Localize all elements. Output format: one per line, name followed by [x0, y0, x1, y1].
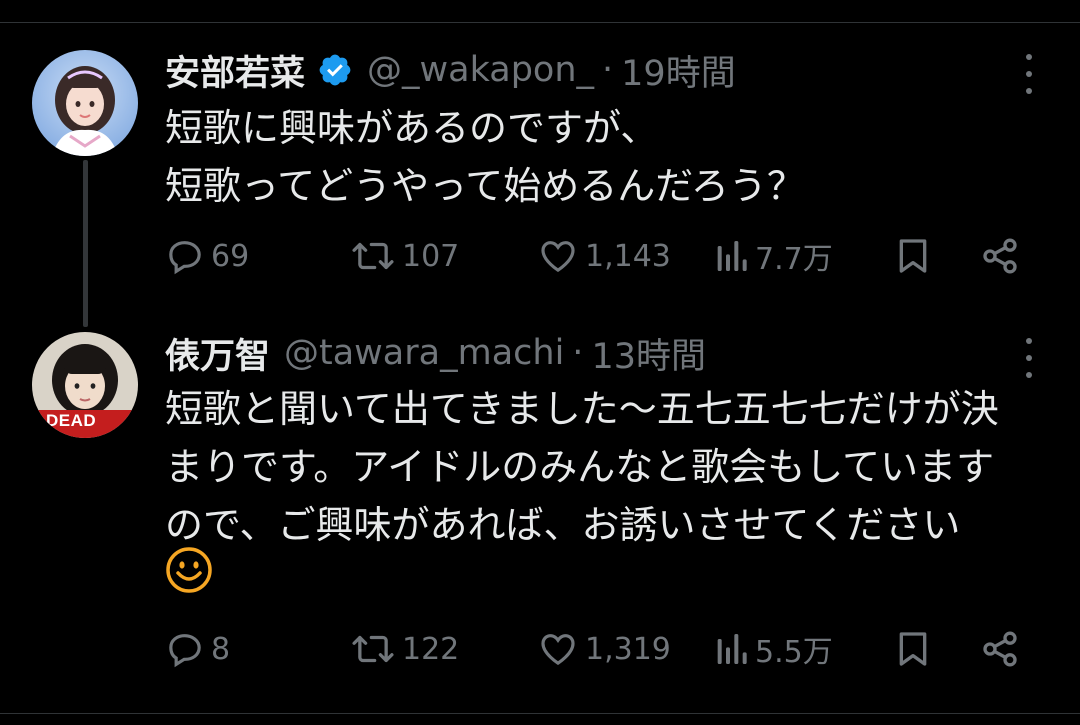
tweet-text: 短歌に興味があるのですが、 短歌ってどうやって始めるんだろう？: [165, 106, 805, 208]
avatar-wakana[interactable]: [32, 50, 138, 156]
smile-emoji-icon: ☺: [165, 546, 213, 594]
display-name[interactable]: 安部若菜: [165, 45, 305, 96]
share-button[interactable]: [979, 624, 1021, 674]
bookmark-icon: [899, 632, 927, 666]
reply-count: 8: [211, 631, 231, 667]
view-count: 7.7万: [755, 242, 833, 277]
share-icon: [983, 631, 1017, 667]
user-handle[interactable]: @tawara_machi: [284, 333, 564, 373]
tweet-text: 短歌と聞いて出てきました〜五七五七七だけが決 まりです。アイドルのみんなと歌会も…: [165, 387, 999, 547]
tweet-2[interactable]: DEAD 俵万智 @tawara_machi · 13時間 短歌と聞いて出てきま…: [0, 320, 1080, 713]
like-count: 1,319: [585, 631, 671, 667]
views-icon: [717, 634, 747, 664]
reply-button[interactable]: 8: [165, 624, 230, 674]
like-count: 1,143: [585, 238, 671, 274]
retweet-count: 107: [402, 238, 460, 274]
user-handle[interactable]: @_wakapon_: [367, 50, 594, 90]
retweet-icon: [352, 635, 394, 663]
bookmark-button[interactable]: [893, 231, 933, 281]
views-icon: [717, 241, 747, 271]
retweet-count: 122: [402, 631, 460, 667]
reply-icon: [169, 241, 201, 275]
tweet-header: 俵万智 @tawara_machi · 13時間: [165, 328, 706, 378]
view-count: 5.5万: [755, 635, 833, 670]
tweet-header: 安部若菜 @_wakapon_ · 19時間: [165, 45, 736, 95]
views-button[interactable]: 5.5万: [713, 624, 833, 674]
timestamp[interactable]: 13時間: [591, 328, 706, 379]
tweet-actions: 8 122 1,319 5.5万: [165, 624, 1035, 674]
like-button[interactable]: 1,143: [537, 231, 671, 281]
timestamp[interactable]: 19時間: [621, 45, 736, 96]
retweet-button[interactable]: 107: [350, 231, 459, 281]
tweet-1[interactable]: 安部若菜 @_wakapon_ · 19時間 短歌に興味があるのですが、 短歌っ…: [0, 0, 1080, 327]
retweet-icon: [352, 242, 394, 270]
reply-count: 69: [211, 238, 250, 274]
display-name[interactable]: 俵万智: [165, 328, 270, 379]
like-icon: [541, 634, 575, 666]
like-icon: [541, 241, 575, 273]
verified-icon: [317, 52, 353, 88]
views-button[interactable]: 7.7万: [713, 231, 833, 281]
share-icon: [983, 238, 1017, 274]
reply-button[interactable]: 69: [165, 231, 249, 281]
separator-dot: ·: [602, 50, 614, 90]
retweet-button[interactable]: 122: [350, 624, 459, 674]
avatar-badge-text: DEAD: [46, 411, 97, 430]
more-icon[interactable]: [1022, 338, 1036, 378]
thread-connector: [83, 160, 88, 327]
bottom-divider: [0, 713, 1080, 714]
bookmark-icon: [899, 239, 927, 273]
more-icon[interactable]: [1022, 54, 1036, 94]
reply-icon: [169, 634, 201, 668]
separator-dot: ·: [572, 333, 584, 373]
avatar-tawara[interactable]: DEAD: [32, 332, 138, 438]
like-button[interactable]: 1,319: [537, 624, 671, 674]
tweet-actions: 69 107 1,143 7.7万: [165, 231, 1035, 281]
bookmark-button[interactable]: [893, 624, 933, 674]
share-button[interactable]: [979, 231, 1021, 281]
